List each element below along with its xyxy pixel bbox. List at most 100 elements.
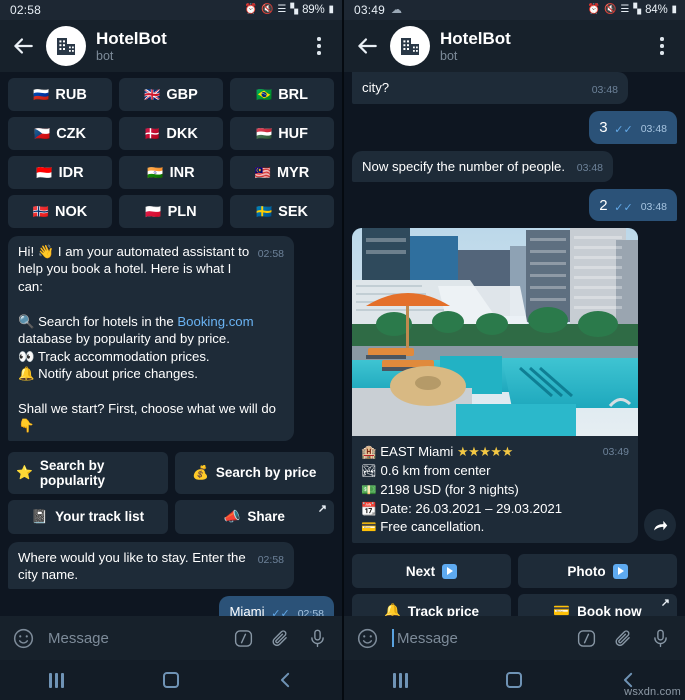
paperclip-icon[interactable]: [613, 628, 634, 649]
message-time: 02:58: [257, 248, 284, 260]
currency-button-inr[interactable]: 🇮🇳 INR: [119, 156, 223, 189]
card-time: 03:49: [602, 446, 629, 459]
share-button[interactable]: ↗ 📣 Share: [174, 499, 334, 534]
button-label: Search by popularity: [39, 457, 106, 488]
forward-arrow-icon[interactable]: [644, 509, 676, 542]
message-bubble-incoming-partial[interactable]: 03:48 city?: [352, 72, 628, 104]
back-nav-icon[interactable]: [278, 672, 293, 688]
currency-label: HUF: [278, 125, 308, 142]
battery-icon: ▮: [328, 4, 334, 15]
message-bubble-incoming[interactable]: 02:58 Where would you like to stay. Ente…: [8, 541, 294, 590]
hotel-card-body: 03:49 🏨 EAST Miami ★★★★★ 🏞 0.6 km from c…: [352, 436, 638, 543]
hotel-pool-photo[interactable]: [352, 228, 638, 437]
message-input[interactable]: Message: [35, 630, 233, 647]
message-bubble-outgoing[interactable]: Miami 02:58 ✓✓: [219, 596, 334, 616]
currency-button-huf[interactable]: 🇭🇺 HUF: [230, 117, 334, 150]
smiley-icon[interactable]: [356, 627, 379, 650]
recents-icon[interactable]: [49, 672, 64, 688]
message-text: 2: [599, 196, 608, 214]
chat-scroll-right[interactable]: 03:48 city? 3 03:48 ✓✓ Now specify the nu…: [344, 72, 685, 616]
message-bubble-outgoing[interactable]: 3 03:48 ✓✓: [589, 110, 677, 144]
microphone-icon[interactable]: [650, 628, 671, 649]
slash-command-icon[interactable]: [233, 628, 254, 649]
avatar[interactable]: [390, 26, 430, 66]
slash-command-icon[interactable]: [576, 628, 597, 649]
currency-label: CZK: [56, 125, 86, 142]
currency-button-sek[interactable]: 🇸🇪 SEK: [230, 195, 334, 228]
currency-button-rub[interactable]: 🇷🇺 RUB: [8, 78, 112, 111]
money-bag-icon: 💰: [192, 464, 209, 480]
flag-icon-no: 🇳🇴: [32, 204, 49, 219]
header-text: HotelBot bot: [96, 29, 167, 64]
android-nav-bar-left: [0, 660, 342, 700]
hotel-card[interactable]: 03:49 🏨 EAST Miami ★★★★★ 🏞 0.6 km from c…: [352, 228, 638, 544]
currency-row: 🇳🇴 NOK 🇵🇱 PLN 🇸🇪 SEK: [8, 195, 334, 228]
message-row: 3 03:48 ✓✓: [352, 110, 677, 144]
hotel-distance-line: 🏞 0.6 km from center: [361, 462, 629, 481]
search-by-popularity-button[interactable]: ⭐ Search by popularity: [8, 451, 168, 494]
composer-icons: [233, 628, 328, 649]
currency-button-nok[interactable]: 🇳🇴 NOK: [8, 195, 112, 228]
intro-line-2-post: database by popularity and by price.: [18, 331, 230, 347]
message-row: 2 03:48 ✓✓: [352, 188, 677, 222]
external-link-icon: ↗: [317, 502, 327, 515]
play-icon: [612, 563, 628, 579]
hotel-date-line: 📆 Date: 26.03.2021 – 29.03.2021: [361, 500, 629, 519]
next-button[interactable]: Next: [352, 554, 511, 589]
map-icon: 🏞: [361, 464, 377, 479]
message-composer-left: Message: [0, 616, 342, 660]
currency-row: 🇮🇩 IDR 🇮🇳 INR 🇲🇾 MYR: [8, 156, 334, 189]
back-button[interactable]: [354, 33, 380, 59]
currency-button-czk[interactable]: 🇨🇿 CZK: [8, 117, 112, 150]
currency-button-idr[interactable]: 🇮🇩 IDR: [8, 156, 112, 189]
flag-icon-cz: 🇨🇿: [34, 126, 51, 141]
track-price-button[interactable]: 🔔 Track price: [352, 594, 511, 616]
message-bubble-incoming[interactable]: Now specify the number of people. 03:48: [352, 150, 614, 182]
flag-icon-se: 🇸🇪: [255, 204, 273, 219]
mute-icon: 🔇: [260, 4, 274, 15]
home-icon[interactable]: [506, 672, 523, 688]
currency-button-brl[interactable]: 🇧🇷 BRL: [230, 78, 334, 111]
wifi-icon: ☰: [277, 4, 287, 15]
currency-button-myr[interactable]: 🇲🇾 MYR: [230, 156, 334, 189]
battery-label: 84%: [645, 4, 668, 16]
message-bubble-outgoing[interactable]: 2 03:48 ✓✓: [589, 188, 677, 222]
message-input[interactable]: Message: [379, 629, 576, 647]
message-row: 02:58 Where would you like to stay. Ente…: [8, 541, 334, 590]
currency-button-gbp[interactable]: 🇬🇧 GBP: [119, 78, 223, 111]
avatar[interactable]: [46, 26, 86, 66]
message-time: 03:48: [640, 122, 667, 135]
bell-icon: 🔔: [383, 603, 401, 616]
paperclip-icon[interactable]: [270, 628, 291, 649]
kebab-menu-icon[interactable]: [308, 33, 330, 59]
intro-message-bubble[interactable]: 02:58 Hi! 👋 I am your automated assistan…: [8, 236, 294, 441]
currency-row: 🇷🇺 RUB 🇬🇧 GBP 🇧🇷 BRL: [8, 78, 334, 111]
kebab-menu-icon[interactable]: [651, 33, 673, 59]
megaphone-icon: 📣: [223, 508, 241, 524]
currency-label: GBP: [166, 86, 198, 103]
chat-title: HotelBot: [96, 28, 167, 48]
hotel-price-line: 💵 2198 USD (for 3 nights): [361, 481, 629, 500]
flag-icon-pl: 🇵🇱: [145, 204, 162, 219]
message-row: 03:48 city?: [352, 72, 677, 104]
chat-scroll-left[interactable]: 🇷🇺 RUB 🇬🇧 GBP 🇧🇷 BRL 🇨🇿 CZK 🇩🇰 DKK 🇭🇺 HUF 🇮🇩 ID…: [0, 72, 342, 616]
currency-button-dkk[interactable]: 🇩🇰 DKK: [119, 117, 223, 150]
microphone-icon[interactable]: [307, 628, 328, 649]
search-by-price-button[interactable]: 💰 Search by price: [174, 451, 334, 494]
status-bar-right: 03:49 ☁ ⏰ 🔇 ☰ ▚ 84% ▮: [344, 0, 685, 20]
intro-line-2-pre: 🔍 Search for hotels in the: [18, 313, 178, 329]
photo-button[interactable]: Photo: [518, 554, 677, 589]
currency-button-pln[interactable]: 🇵🇱 PLN: [119, 195, 223, 228]
flag-icon-id: 🇮🇩: [36, 165, 53, 180]
back-button[interactable]: [10, 33, 36, 59]
status-icons: ⏰ 🔇 ☰ ▚ 84% ▮: [587, 4, 677, 16]
smiley-icon[interactable]: [12, 627, 35, 650]
home-icon[interactable]: [162, 672, 179, 688]
book-now-button[interactable]: ↗ 💳 Book now: [518, 594, 677, 616]
booking-link[interactable]: Booking.com: [177, 314, 253, 329]
currency-label: BRL: [278, 86, 308, 103]
button-label: Next: [405, 563, 436, 579]
recents-icon[interactable]: [393, 672, 408, 688]
message-time: 03:48: [591, 84, 618, 96]
your-track-list-button[interactable]: 📓 Your track list: [8, 499, 168, 534]
